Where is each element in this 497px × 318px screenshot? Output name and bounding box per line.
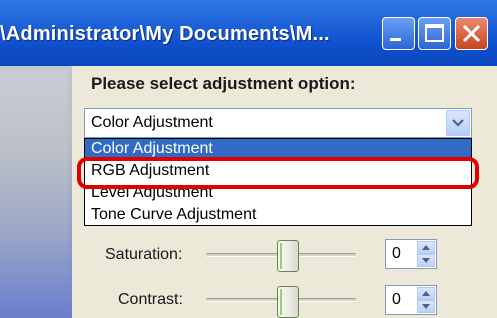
maximize-icon [425,24,444,42]
image-preview-content [0,70,68,314]
maximize-button[interactable] [418,17,451,50]
minimize-button[interactable] [382,17,415,50]
contrast-slider-thumb[interactable] [277,286,299,318]
minimize-icon [390,38,401,41]
adjustment-option-label: Please select adjustment option: [91,74,356,93]
close-button[interactable] [455,17,488,50]
saturation-spin-field[interactable]: 0 [385,239,437,269]
window-title: \Administrator\My Documents\M... [0,23,330,45]
spin-up-icon [422,291,430,296]
adjustment-combo[interactable]: Color Adjustment [84,108,472,138]
saturation-spin-buttons [417,241,435,267]
spin-up-icon [422,245,430,250]
saturation-slider-thumb[interactable] [277,240,299,272]
combo-dropdown-button[interactable] [446,110,470,136]
contrast-decrement-button[interactable] [417,300,435,313]
contrast-increment-button[interactable] [417,287,435,300]
combo-selected-value: Color Adjustment [91,114,213,131]
chevron-down-icon [452,119,464,127]
dropdown-option-color[interactable]: Color Adjustment [85,139,471,159]
saturation-decrement-button[interactable] [417,254,435,267]
close-icon [462,24,481,43]
contrast-spin-field[interactable]: 0 [385,285,437,315]
contrast-spin-buttons [417,287,435,313]
spin-down-icon [422,258,430,263]
dropdown-option-tone-curve[interactable]: Tone Curve Adjustment [85,205,471,225]
title-bar[interactable]: \Administrator\My Documents\M... [0,0,497,66]
saturation-label: Saturation: [105,246,183,263]
saturation-value: 0 [392,245,401,262]
image-preview [0,66,72,318]
contrast-value: 0 [392,291,401,308]
saturation-increment-button[interactable] [417,241,435,254]
highlight-annotation [77,157,479,189]
spin-down-icon [422,304,430,309]
contrast-label: Contrast: [118,291,183,308]
